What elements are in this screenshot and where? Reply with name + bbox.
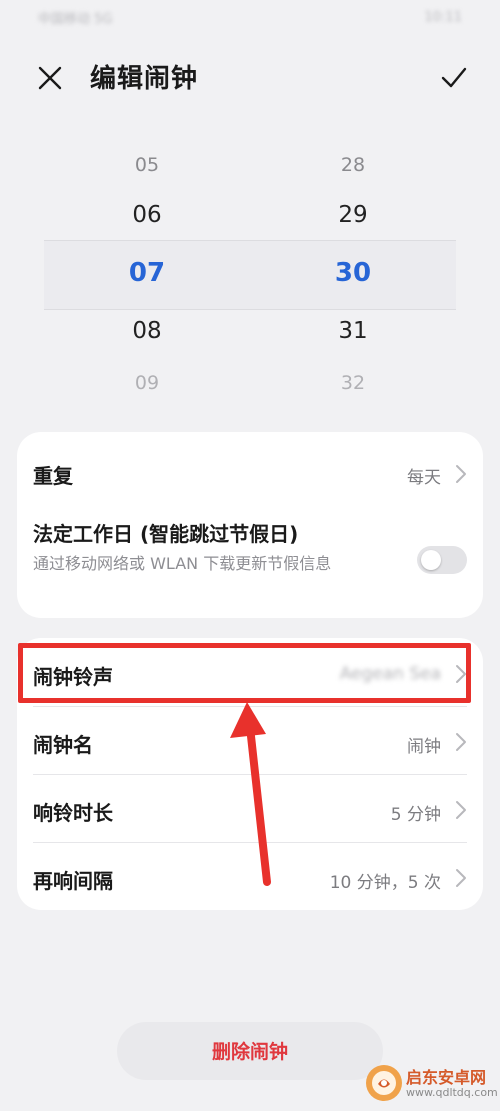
close-button[interactable]: [32, 60, 68, 96]
minute-selected[interactable]: 30: [313, 258, 393, 288]
hour-selected[interactable]: 07: [107, 258, 187, 288]
chevron-right-icon: [456, 869, 466, 887]
confirm-button[interactable]: [436, 60, 472, 96]
chevron-right-icon: [456, 733, 466, 751]
settings-card-alarm: 闹钟铃声 Aegean Sea 闹钟名 闹钟 响铃时长 5 分钟 再响间隔 10…: [17, 638, 483, 910]
close-icon: [38, 66, 62, 90]
toggle-knob: [421, 550, 441, 570]
snooze-interval-label: 再响间隔: [33, 869, 113, 893]
minute-option[interactable]: 29: [313, 202, 393, 228]
workday-description: 通过移动网络或 WLAN 下载更新节假信息: [33, 554, 332, 573]
ringtone-label: 闹钟铃声: [33, 665, 113, 689]
time-picker[interactable]: 05 06 07 08 09 28 29 30 31 32: [0, 138, 500, 418]
ring-duration-label: 响铃时长: [33, 801, 113, 825]
chevron-right-icon: [456, 465, 466, 483]
ringtone-row[interactable]: 闹钟铃声 Aegean Sea: [17, 638, 483, 706]
header: 编辑闹钟: [0, 48, 500, 104]
watermark: 启东安卓网 www.qdltdq.com: [364, 1061, 498, 1107]
workday-label: 法定工作日 (智能跳过节假日): [33, 522, 299, 546]
watermark-title: 启东安卓网: [406, 1068, 487, 1087]
watermark-logo-icon: [366, 1065, 402, 1101]
minute-option[interactable]: 28: [313, 154, 393, 176]
status-time: 10:11: [424, 9, 462, 25]
alarm-name-row[interactable]: 闹钟名 闹钟: [17, 707, 483, 774]
hour-option[interactable]: 08: [107, 318, 187, 344]
hour-option[interactable]: 09: [107, 372, 187, 394]
repeat-value: 每天: [407, 468, 441, 488]
delete-alarm-button[interactable]: 删除闹钟: [117, 1022, 383, 1080]
snooze-interval-value: 10 分钟，5 次: [329, 873, 441, 893]
hour-option[interactable]: 06: [107, 202, 187, 228]
minute-option[interactable]: 32: [313, 372, 393, 394]
ring-duration-value: 5 分钟: [390, 805, 441, 825]
minute-option[interactable]: 31: [313, 318, 393, 344]
settings-card-schedule: 重复 每天 法定工作日 (智能跳过节假日) 通过移动网络或 WLAN 下载更新节…: [17, 432, 483, 618]
alarm-name-value: 闹钟: [407, 737, 441, 757]
chevron-right-icon: [456, 665, 466, 683]
ring-duration-row[interactable]: 响铃时长 5 分钟: [17, 775, 483, 842]
ringtone-value: Aegean Sea: [339, 664, 441, 684]
repeat-row[interactable]: 重复 每天: [17, 432, 483, 512]
picker-selection-band: [44, 240, 456, 310]
snooze-interval-row[interactable]: 再响间隔 10 分钟，5 次: [17, 843, 483, 910]
check-icon: [441, 67, 467, 88]
page-title: 编辑闹钟: [90, 64, 199, 94]
status-carrier: 中国移动 5G: [38, 11, 113, 27]
chevron-right-icon: [456, 801, 466, 819]
status-bar: 中国移动 5G 10:11: [0, 0, 500, 34]
watermark-url: www.qdltdq.com: [406, 1086, 498, 1099]
repeat-label: 重复: [33, 464, 73, 488]
alarm-name-label: 闹钟名: [33, 733, 93, 757]
hour-option[interactable]: 05: [107, 154, 187, 176]
workday-toggle[interactable]: [417, 546, 467, 574]
workday-row: 法定工作日 (智能跳过节假日) 通过移动网络或 WLAN 下载更新节假信息: [17, 512, 483, 618]
